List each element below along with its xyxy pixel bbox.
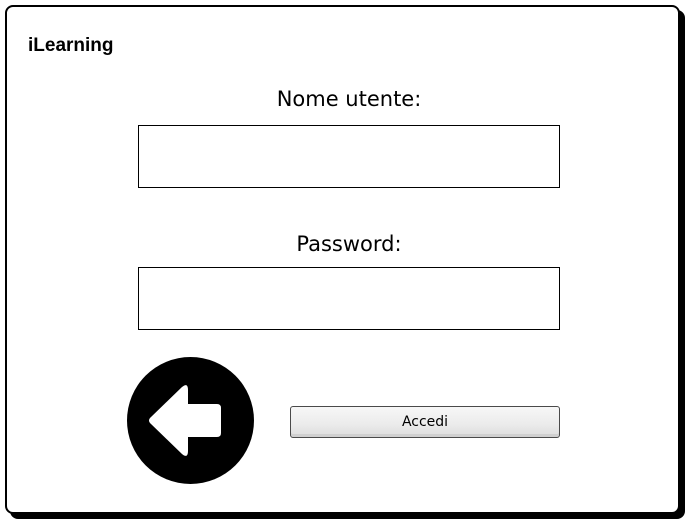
login-button[interactable]: Accedi	[290, 406, 560, 438]
username-input[interactable]	[138, 125, 560, 188]
username-label: Nome utente:	[276, 87, 422, 111]
back-button[interactable]	[127, 357, 254, 484]
login-window: iLearning Nome utente: Password: Accedi	[5, 5, 680, 514]
password-input[interactable]	[138, 267, 560, 330]
left-arrow-icon	[149, 385, 221, 456]
app-title: iLearning	[28, 35, 114, 56]
password-label: Password:	[296, 232, 402, 256]
